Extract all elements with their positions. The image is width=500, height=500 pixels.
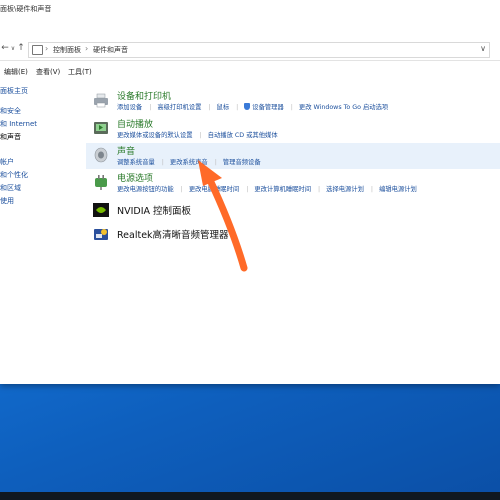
category-realtek: Realtek高清晰音频管理器 bbox=[88, 222, 500, 248]
link-change-system-sounds[interactable]: 更改系统声音 bbox=[170, 159, 208, 166]
link-adjust-volume[interactable]: 调整系统音量 bbox=[117, 159, 155, 166]
breadcrumb-control-panel[interactable]: 控制面板 bbox=[53, 45, 81, 55]
speaker-icon bbox=[94, 147, 108, 163]
category-title[interactable]: 电源选项 bbox=[117, 171, 153, 184]
category-links: 更改电源按钮的功能 | 更改电脑睡眠时间 | 更改计算机睡眠时间 | 选择电源计划 | … bbox=[117, 186, 417, 193]
address-dropdown-icon[interactable]: ∨ bbox=[480, 44, 486, 53]
sidebar-item-region[interactable]: 和区域 bbox=[0, 183, 21, 193]
category-title[interactable]: 声音 bbox=[117, 144, 135, 157]
link-pc-sleep-time[interactable]: 更改电脑睡眠时间 bbox=[189, 186, 239, 193]
up-button[interactable]: ↑ bbox=[16, 43, 26, 53]
sidebar-item-home[interactable]: 面板主页 bbox=[0, 86, 28, 96]
category-power-options: 电源选项 更改电源按钮的功能 | 更改电脑睡眠时间 | 更改计算机睡眠时间 | 选择电… bbox=[88, 170, 500, 196]
taskbar bbox=[0, 492, 500, 500]
link-power-button-function[interactable]: 更改电源按钮的功能 bbox=[117, 186, 174, 193]
sidebar-item-security[interactable]: 和安全 bbox=[0, 106, 21, 116]
category-links: 调整系统音量 | 更改系统声音 | 管理音频设备 bbox=[117, 159, 261, 166]
sidebar: 面板主页 和安全 和 Internet 和声音 帐户 和个性化 和区域 使用 bbox=[0, 82, 60, 382]
nvidia-icon bbox=[93, 203, 109, 217]
crumb-separator-icon: › bbox=[85, 44, 89, 53]
control-panel-window: 面板\硬件和声音 ← ∨ ↑ › 控制面板 › 硬件和声音 ∨ 编辑(E) 查看… bbox=[0, 0, 500, 384]
address-box[interactable]: › 控制面板 › 硬件和声音 ∨ bbox=[28, 42, 490, 58]
sidebar-item-accounts[interactable]: 帐户 bbox=[0, 157, 14, 167]
menu-view[interactable]: 查看(V) bbox=[36, 67, 60, 77]
shield-icon bbox=[244, 103, 251, 110]
sidebar-item-ease-of-access[interactable]: 使用 bbox=[0, 196, 14, 206]
link-computer-sleep-time[interactable]: 更改计算机睡眠时间 bbox=[254, 186, 311, 193]
menu-edit[interactable]: 编辑(E) bbox=[4, 67, 28, 77]
sidebar-item-personalization[interactable]: 和个性化 bbox=[0, 170, 28, 180]
printer-icon bbox=[94, 93, 108, 108]
link-advanced-printer-setup[interactable]: 高级打印机设置 bbox=[157, 104, 201, 111]
address-toolbar: ← ∨ ↑ › 控制面板 › 硬件和声音 ∨ bbox=[0, 40, 500, 61]
link-add-device[interactable]: 添加设备 bbox=[117, 104, 142, 111]
category-title[interactable]: Realtek高清晰音频管理器 bbox=[117, 227, 229, 241]
control-panel-icon bbox=[32, 45, 43, 55]
sidebar-item-internet[interactable]: 和 Internet bbox=[0, 119, 37, 129]
title-bar: 面板\硬件和声音 bbox=[0, 0, 500, 36]
autoplay-icon bbox=[94, 122, 108, 134]
link-autoplay-cd[interactable]: 自动播放 CD 或其他媒体 bbox=[208, 132, 278, 139]
sidebar-item-hardware-sound[interactable]: 和声音 bbox=[0, 132, 21, 142]
link-mouse[interactable]: 鼠标 bbox=[217, 104, 230, 111]
crumb-separator-icon: › bbox=[45, 44, 49, 53]
menu-tools[interactable]: 工具(T) bbox=[68, 67, 92, 77]
category-title[interactable]: NVIDIA 控制面板 bbox=[117, 203, 191, 217]
category-nvidia: NVIDIA 控制面板 bbox=[88, 198, 500, 224]
category-links: 更改媒体或设备的默认设置 | 自动播放 CD 或其他媒体 bbox=[117, 132, 278, 139]
window-title: 面板\硬件和声音 bbox=[0, 5, 52, 13]
link-device-manager[interactable]: 设备管理器 bbox=[252, 104, 283, 111]
power-plug-icon bbox=[95, 175, 107, 190]
link-windows-to-go[interactable]: 更改 Windows To Go 启动选项 bbox=[299, 104, 388, 111]
category-title[interactable]: 设备和打印机 bbox=[117, 89, 171, 102]
menu-bar: 编辑(E) 查看(V) 工具(T) bbox=[0, 64, 500, 78]
link-manage-audio-devices[interactable]: 管理音频设备 bbox=[223, 159, 261, 166]
category-devices-printers: 设备和打印机 添加设备 | 高级打印机设置 | 鼠标 | 设备管理器 | 更改 Wind… bbox=[88, 88, 500, 114]
category-title[interactable]: 自动播放 bbox=[117, 117, 153, 130]
category-autoplay: 自动播放 更改媒体或设备的默认设置 | 自动播放 CD 或其他媒体 bbox=[88, 116, 500, 142]
category-links: 添加设备 | 高级打印机设置 | 鼠标 | 设备管理器 | 更改 Windows To … bbox=[117, 103, 389, 111]
realtek-icon bbox=[94, 229, 108, 240]
category-sound: 声音 调整系统音量 | 更改系统声音 | 管理音频设备 bbox=[86, 143, 500, 169]
link-edit-power-plan[interactable]: 编辑电源计划 bbox=[379, 186, 417, 193]
link-choose-power-plan[interactable]: 选择电源计划 bbox=[326, 186, 364, 193]
breadcrumb-hardware-sound[interactable]: 硬件和声音 bbox=[93, 45, 128, 55]
link-change-default-settings[interactable]: 更改媒体或设备的默认设置 bbox=[117, 132, 193, 139]
